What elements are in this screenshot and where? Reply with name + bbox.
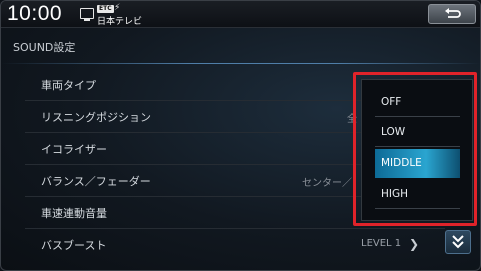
bass-boost-dropdown: OFF LOW MIDDLE HIGH bbox=[361, 79, 473, 221]
clock: 10:00 bbox=[7, 2, 63, 25]
setting-row-bass-boost[interactable]: バスブースト LEVEL 1 ❯ bbox=[25, 229, 445, 260]
setting-value: センター／ bbox=[302, 178, 352, 189]
setting-label: バスブースト bbox=[41, 239, 107, 252]
option-high[interactable]: HIGH bbox=[375, 180, 460, 209]
setting-label: リスニングポジション bbox=[41, 111, 151, 124]
setting-label: バランス／フェーダー bbox=[41, 175, 151, 188]
option-middle[interactable]: MIDDLE bbox=[375, 149, 460, 178]
tv-icon bbox=[80, 8, 94, 21]
setting-value: LEVEL 1 bbox=[361, 238, 402, 249]
setting-label: 車速連動音量 bbox=[41, 207, 107, 220]
back-button[interactable] bbox=[428, 4, 476, 24]
page-title: SOUND設定 bbox=[13, 41, 76, 54]
option-off[interactable]: OFF bbox=[375, 88, 460, 117]
chevron-right-icon: ❯ bbox=[409, 237, 420, 251]
back-arrow-icon bbox=[445, 8, 461, 18]
screen-frame: 10:00 ETC ⚡ 日本テレビ SOUND設定 車両タイプ リスニングポジシ… bbox=[0, 0, 481, 271]
option-low[interactable]: LOW bbox=[375, 118, 460, 147]
etc-badge: ETC bbox=[97, 5, 114, 13]
tv-channel-label: 日本テレビ bbox=[97, 17, 143, 27]
setting-label: イコライザー bbox=[41, 143, 107, 156]
setting-label: 車両タイプ bbox=[41, 79, 96, 92]
double-chevron-down-icon bbox=[452, 235, 464, 249]
status-bar: 10:00 ETC ⚡ 日本テレビ bbox=[1, 1, 480, 28]
signal-icon: ⚡ bbox=[114, 3, 121, 13]
title-divider bbox=[1, 63, 480, 64]
scroll-down-button[interactable] bbox=[445, 230, 471, 254]
